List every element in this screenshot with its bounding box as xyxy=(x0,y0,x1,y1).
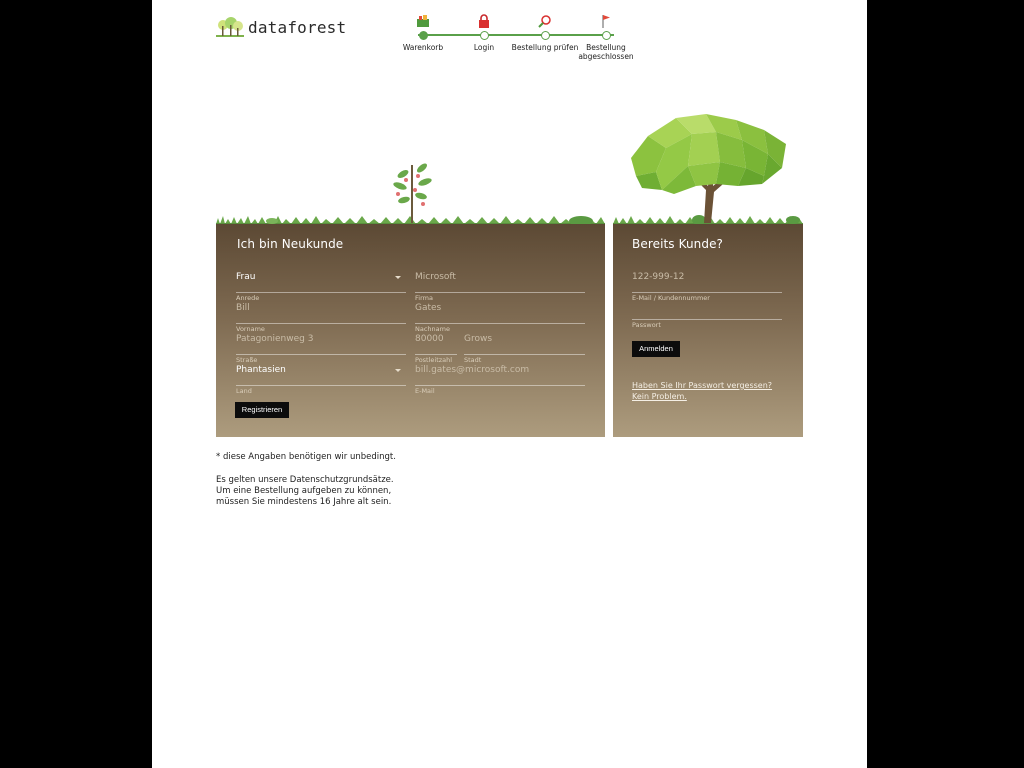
step-login[interactable]: Login xyxy=(449,10,519,52)
step-label: Login xyxy=(473,43,495,52)
forest-illustration xyxy=(216,114,803,226)
shopping-basket-icon xyxy=(388,10,458,28)
step-dot xyxy=(479,31,489,40)
login-button[interactable]: Anmelden xyxy=(632,341,680,357)
brand-name: dataforest xyxy=(248,17,347,37)
privacy-note: Es gelten unsere Datenschutzgrundsätze. … xyxy=(216,475,394,507)
salutation-value: Frau xyxy=(236,272,256,282)
chevron-down-icon xyxy=(395,369,401,372)
email-caption: E-Mail xyxy=(415,387,435,395)
new-customer-title: Ich bin Neukunde xyxy=(237,237,344,251)
lock-icon xyxy=(449,10,519,28)
step-label: Bestellung abgeschlossen xyxy=(578,43,634,61)
password-field[interactable]: Passwort xyxy=(632,297,782,329)
new-customer-panel: Ich bin Neukunde Frau Anrede Microsoft F… xyxy=(216,224,605,437)
existing-customer-title: Bereits Kunde? xyxy=(632,237,724,251)
forgot-password-link[interactable]: Haben Sie Ihr Passwort vergessen? Kein P… xyxy=(632,380,782,402)
country-caption: Land xyxy=(236,387,252,395)
company-field[interactable]: Microsoft Firma xyxy=(415,270,585,302)
checkout-progress: Warenkorb Login Bestellung prüfen Bestel… xyxy=(388,10,638,65)
city-field[interactable]: Grows Stadt xyxy=(464,332,585,364)
company-placeholder: Microsoft xyxy=(415,272,456,282)
tree-logo-icon xyxy=(216,17,244,37)
login-id-field[interactable]: 122-999-12 E-Mail / Kundennummer xyxy=(632,270,782,302)
password-caption: Passwort xyxy=(632,321,661,329)
step-bestellung-abgeschlossen[interactable]: Bestellung abgeschlossen xyxy=(571,10,641,61)
info-notes: * diese Angaben benötigen wir unbedingt.… xyxy=(216,452,406,520)
country-select[interactable]: Phantasien Land xyxy=(236,363,406,395)
login-id-placeholder: 122-999-12 xyxy=(632,272,685,282)
email-field[interactable]: bill.gates@microsoft.com E-Mail xyxy=(415,363,585,395)
email-placeholder: bill.gates@microsoft.com xyxy=(415,365,530,375)
last-name-placeholder: Gates xyxy=(415,303,442,313)
magnifier-icon xyxy=(510,10,580,28)
country-value: Phantasien xyxy=(236,365,286,375)
required-note: * diese Angaben benötigen wir unbedingt. xyxy=(216,452,396,462)
salutation-select[interactable]: Frau Anrede xyxy=(236,270,406,302)
step-label: Bestellung prüfen xyxy=(511,43,579,52)
zip-field[interactable]: 80000 Postleitzahl xyxy=(415,332,457,364)
step-warenkorb[interactable]: Warenkorb xyxy=(388,10,458,52)
first-name-field[interactable]: Bill Vorname xyxy=(236,301,406,333)
first-name-placeholder: Bill xyxy=(236,303,250,313)
checkout-page: dataforest Warenkorb Login Bestellung pr… xyxy=(152,0,867,768)
street-placeholder: Patagonienweg 3 xyxy=(236,334,314,344)
register-button[interactable]: Registrieren xyxy=(235,402,289,418)
step-label: Warenkorb xyxy=(402,43,444,52)
zip-placeholder: 80000 xyxy=(415,334,444,344)
flag-icon xyxy=(571,10,641,28)
street-field[interactable]: Patagonienweg 3 Straße xyxy=(236,332,406,364)
chevron-down-icon xyxy=(395,276,401,279)
step-dot xyxy=(601,31,611,40)
brand-logo[interactable]: dataforest xyxy=(216,14,361,40)
existing-customer-panel: Bereits Kunde? 122-999-12 E-Mail / Kunde… xyxy=(613,224,803,437)
step-dot xyxy=(540,31,550,40)
step-dot xyxy=(418,31,428,40)
last-name-field[interactable]: Gates Nachname xyxy=(415,301,585,333)
city-placeholder: Grows xyxy=(464,334,493,344)
step-bestellung-pruefen[interactable]: Bestellung prüfen xyxy=(510,10,580,52)
